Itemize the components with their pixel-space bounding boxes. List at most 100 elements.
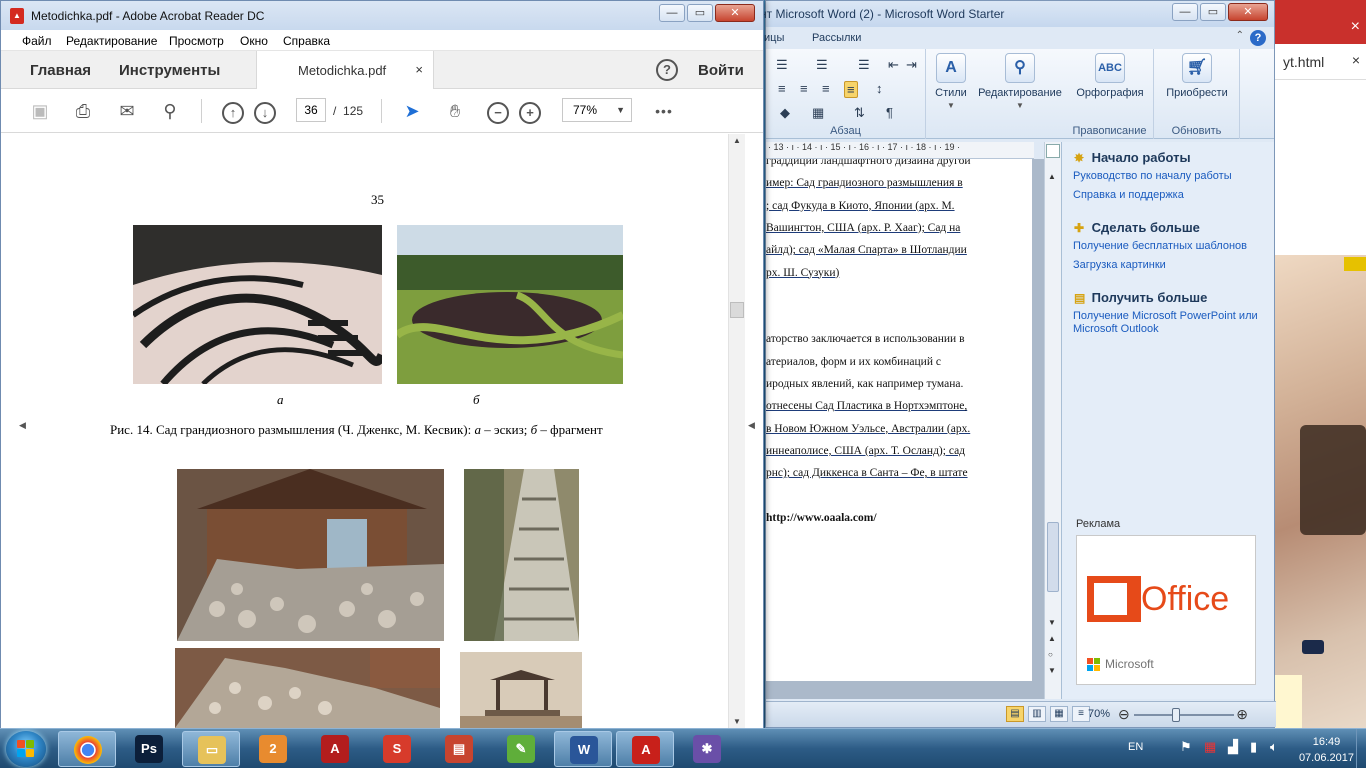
taskbar-presentation-app-button[interactable]: ▤ [430, 731, 488, 767]
zoom-in-icon[interactable]: ⊕ [1236, 706, 1248, 723]
hand-tool-icon[interactable]: ✋︎ [442, 98, 468, 124]
right-panel-toggle-icon[interactable]: ◀ [748, 420, 755, 431]
start-button[interactable] [6, 731, 46, 767]
justify-icon[interactable]: ≡ [844, 81, 858, 98]
volume-icon[interactable]: 🔈︎ [1270, 739, 1278, 755]
language-indicator[interactable]: EN [1128, 741, 1143, 753]
align-right-icon[interactable]: ≡ [822, 81, 830, 96]
pdf-vertical-scrollbar[interactable]: ▲ ▼ [728, 134, 745, 728]
link-get-powerpoint-outlook[interactable]: Получение Microsoft PowerPoint или Micro… [1073, 310, 1268, 336]
close-icon[interactable]: × [1352, 52, 1360, 68]
clock[interactable]: 16:49 07.06.2017 [1299, 734, 1354, 766]
tab-tables[interactable]: ицы [764, 32, 784, 44]
view-ruler-button[interactable] [1046, 144, 1060, 158]
print-layout-button[interactable]: ▤ [1006, 706, 1024, 722]
zoom-out-icon[interactable]: ⊖ [1118, 706, 1130, 723]
bullets-icon[interactable]: ☰ [776, 57, 788, 73]
minimize-button[interactable]: — [659, 4, 685, 22]
zoom-knob[interactable] [1172, 708, 1180, 722]
zoom-in-icon[interactable]: + [517, 98, 543, 124]
left-panel-toggle-icon[interactable]: ◀ [19, 420, 26, 431]
taskbar-acrobat-reader-button[interactable]: A [616, 731, 674, 767]
zoom-level[interactable]: 70% [1088, 708, 1110, 720]
show-desktop-button[interactable] [1356, 729, 1366, 768]
next-page-icon[interactable]: ▼ [1048, 666, 1056, 675]
word-window[interactable]: нт Microsoft Word (2) - Microsoft Word S… [760, 0, 1276, 728]
sign-in-button[interactable]: Войти [698, 62, 744, 79]
acrobat-window[interactable]: ▲ Metodichka.pdf - Adobe Acrobat Reader … [0, 0, 764, 728]
link-free-templates[interactable]: Получение бесплатных шаблонов [1073, 240, 1268, 253]
help-icon[interactable]: ? [656, 59, 678, 81]
print-icon[interactable]: ⎙ [70, 98, 96, 124]
select-cursor-icon[interactable]: ➤ [399, 98, 425, 124]
taskbar-sketchup-button[interactable]: S [368, 731, 426, 767]
page-number-input[interactable]: 36 [296, 98, 326, 122]
menu-file[interactable]: Файл [22, 34, 52, 48]
browse-object-icon[interactable]: ○ [1048, 650, 1053, 659]
menu-view[interactable]: Просмотр [169, 34, 224, 48]
maximize-button[interactable]: ▭ [1200, 3, 1226, 21]
link-help-support[interactable]: Справка и поддержка [1073, 189, 1268, 202]
taskbar-acrobat-pro-button[interactable]: A [306, 731, 364, 767]
scroll-up-icon[interactable]: ▲ [1048, 172, 1056, 181]
close-icon[interactable]: × [1351, 18, 1360, 36]
sort-icon[interactable]: ⇅ [854, 105, 865, 121]
taskbar-chrome-button[interactable] [58, 731, 116, 767]
pilcrow-icon[interactable]: ¶ [886, 105, 893, 120]
align-center-icon[interactable]: ≡ [800, 81, 808, 96]
help-icon[interactable]: ? [1250, 30, 1266, 46]
align-left-icon[interactable]: ≡ [778, 81, 786, 96]
close-button[interactable]: ✕ [715, 4, 755, 22]
taskbar-network-app-button[interactable]: ✱ [678, 731, 736, 767]
more-tools-icon[interactable]: ••• [651, 98, 677, 124]
line-spacing-icon[interactable]: ↕ [876, 81, 883, 96]
flag-icon[interactable]: ⚑ [1180, 739, 1192, 755]
tab-home[interactable]: Главная [30, 62, 91, 79]
battery-icon[interactable]: ▮ [1250, 739, 1257, 755]
full-screen-reading-button[interactable]: ▥ [1028, 706, 1046, 722]
close-icon[interactable]: × [415, 62, 423, 77]
email-icon[interactable]: ✉ [114, 98, 140, 124]
scroll-down-icon[interactable]: ▼ [1048, 618, 1056, 627]
chevron-up-icon[interactable]: ⌃ [1236, 30, 1244, 41]
prev-page-icon[interactable]: ▲ [1048, 634, 1056, 643]
numbering-icon[interactable]: ☰ [816, 57, 828, 73]
word-vertical-scrollbar[interactable]: ▲ ▼ ▲ ○ ▼ [1044, 142, 1061, 699]
pdf-document-area[interactable]: ◀ ◀ 35 а б Рис. 14. Сад грандиозного раз… [1, 134, 763, 728]
indent-increase-icon[interactable]: ⇥ [906, 57, 917, 73]
spelling-button[interactable]: ABC Орфография [1066, 53, 1154, 99]
scroll-thumb[interactable] [1047, 522, 1059, 592]
maximize-button[interactable]: ▭ [687, 4, 713, 22]
zoom-select[interactable]: 77% ▼ [562, 98, 632, 122]
scroll-down-icon[interactable]: ▼ [733, 717, 741, 726]
taskbar-paint-app-button[interactable]: 2 [244, 731, 302, 767]
search-icon[interactable]: ⚲ [157, 98, 183, 124]
browser-window[interactable]: × yt.html × [1272, 0, 1366, 255]
buy-button[interactable]: 🛒︎ Приобрести [1154, 53, 1240, 99]
taskbar-word-button[interactable]: W [554, 731, 612, 767]
menu-help[interactable]: Справка [283, 34, 330, 48]
taskbar-file-explorer-button[interactable]: ▭ [182, 731, 240, 767]
scroll-up-icon[interactable]: ▲ [733, 136, 741, 145]
tab-document[interactable]: Metodichka.pdf × [256, 51, 434, 89]
menu-edit[interactable]: Редактирование [66, 34, 157, 48]
indent-icon[interactable]: ⇤ [888, 57, 899, 73]
scroll-thumb[interactable] [730, 302, 744, 318]
horizontal-ruler[interactable]: · 13 · ı · 14 · ı · 15 · ı · 16 · ı · 17… [766, 142, 1034, 159]
multilevel-list-icon[interactable]: ☰ [858, 57, 870, 73]
web-layout-button[interactable]: ▦ [1050, 706, 1068, 722]
signal-icon[interactable]: ▟ [1228, 739, 1238, 755]
next-page-icon[interactable]: ↓ [252, 98, 278, 124]
tab-mailings[interactable]: Рассылки [812, 32, 861, 44]
taskbar-gallery-app-button[interactable]: ✎ [492, 731, 550, 767]
action-center-icon[interactable]: ▦ [1204, 739, 1216, 755]
minimize-button[interactable]: — [1172, 3, 1198, 21]
editing-button[interactable]: ⚲ Редактирование ▼ [972, 53, 1068, 111]
link-clipart[interactable]: Загрузка картинки [1073, 259, 1268, 272]
save-icon[interactable]: ▣ [27, 98, 53, 124]
zoom-out-icon[interactable]: − [485, 98, 511, 124]
link-getting-started-guide[interactable]: Руководство по началу работы [1073, 170, 1268, 183]
close-button[interactable]: ✕ [1228, 3, 1268, 21]
zoom-slider[interactable]: ⊖ ⊕ [1118, 706, 1248, 724]
office-ad[interactable]: Office Microsoft [1076, 535, 1256, 685]
